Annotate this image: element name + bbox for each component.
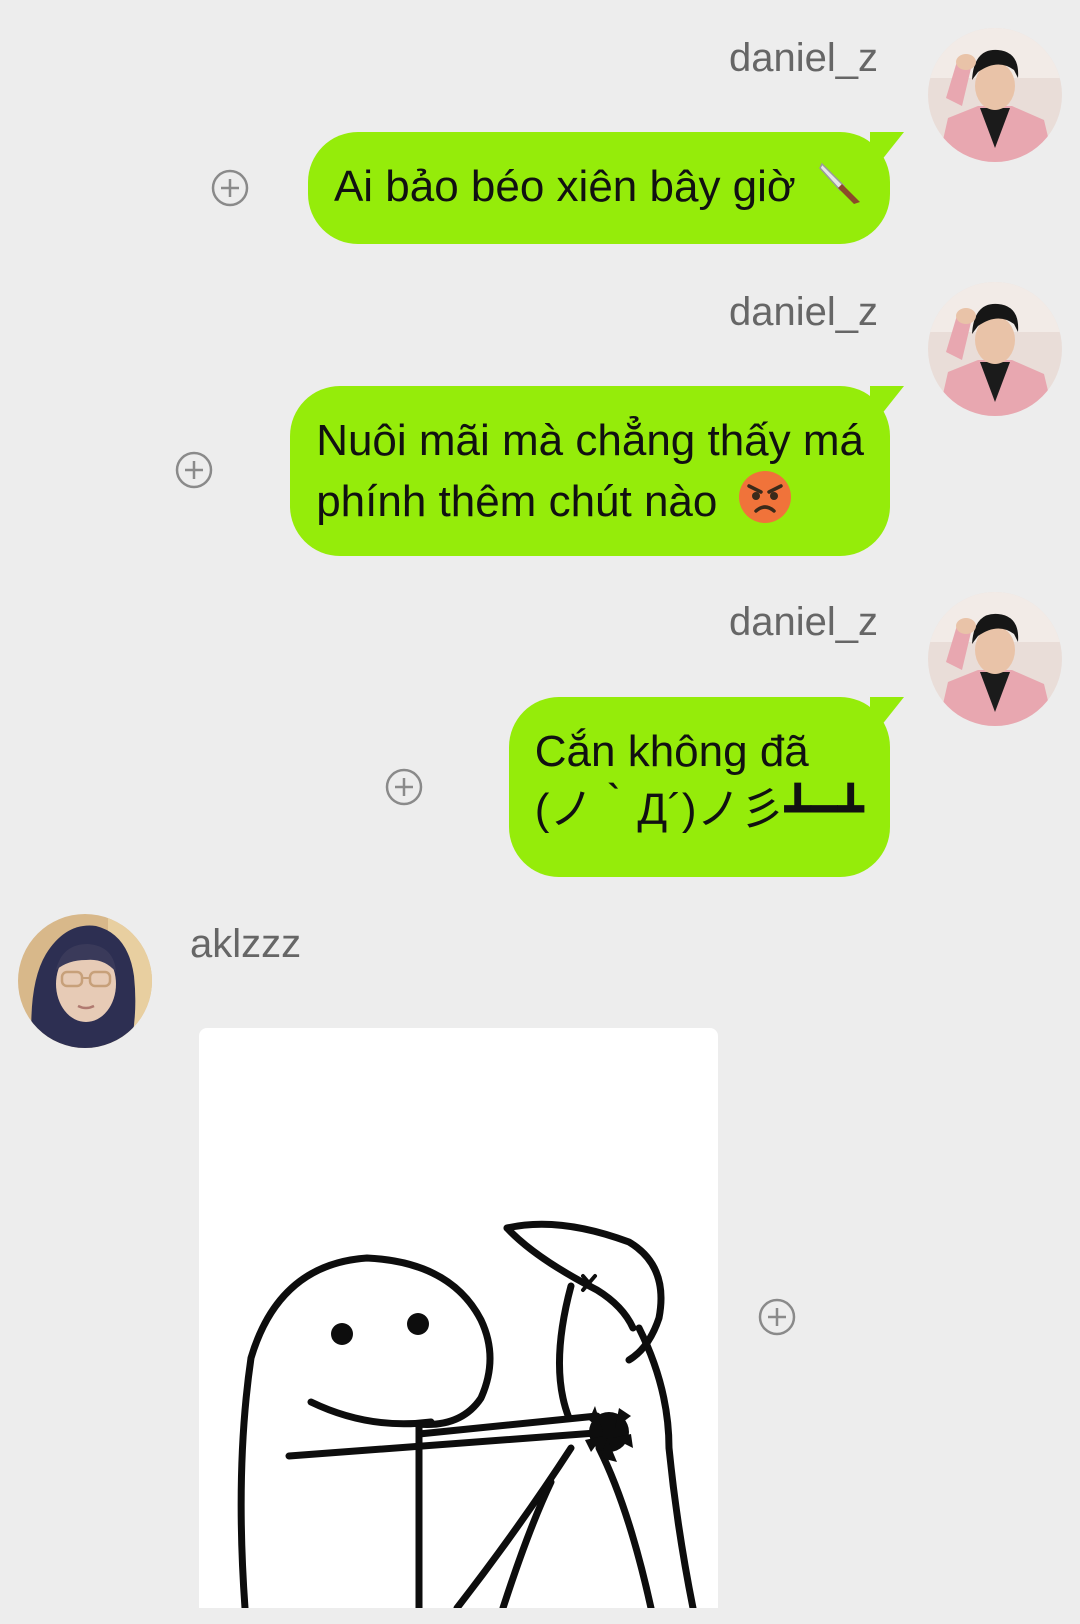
message-text: phính thêm chút nào (316, 477, 718, 527)
avatar-daniel[interactable] (928, 28, 1062, 162)
add-reaction-icon[interactable] (758, 1298, 796, 1336)
angry-face-emoji-icon (738, 470, 792, 539)
message-text: (ノ｀Д´)ノ彡┻━┻ (534, 785, 864, 834)
add-reaction-icon[interactable] (175, 451, 213, 489)
message-bubble[interactable]: Nuôi mãi mà chẳng thấy má phính thêm chú… (290, 386, 890, 556)
stick-figure-stabbing-sticker (237, 1220, 697, 1608)
avatar-daniel[interactable] (928, 592, 1062, 726)
message-text: Cắn không đã (534, 727, 809, 776)
message-bubble[interactable]: Ai bảo béo xiên bây giờ (307, 132, 890, 244)
avatar-daniel[interactable] (928, 282, 1062, 416)
message-bubble[interactable]: Cắn không đã (ノ｀Д´)ノ彡┻━┻ (508, 697, 890, 877)
message-text: Nuôi mãi mà chẳng thấy má (316, 416, 864, 465)
add-reaction-icon[interactable] (211, 169, 249, 207)
avatar-aklzzz[interactable] (18, 914, 152, 1048)
sticker-image[interactable] (199, 1028, 718, 1608)
knife-emoji-icon (816, 158, 864, 221)
sender-name: daniel_z (728, 600, 878, 644)
add-reaction-icon[interactable] (385, 768, 423, 806)
message-text: Ai bảo béo xiên bây giờ (333, 162, 796, 212)
sender-name: daniel_z (728, 36, 878, 80)
sender-name: aklzzz (190, 922, 302, 966)
sender-name: daniel_z (728, 290, 878, 334)
